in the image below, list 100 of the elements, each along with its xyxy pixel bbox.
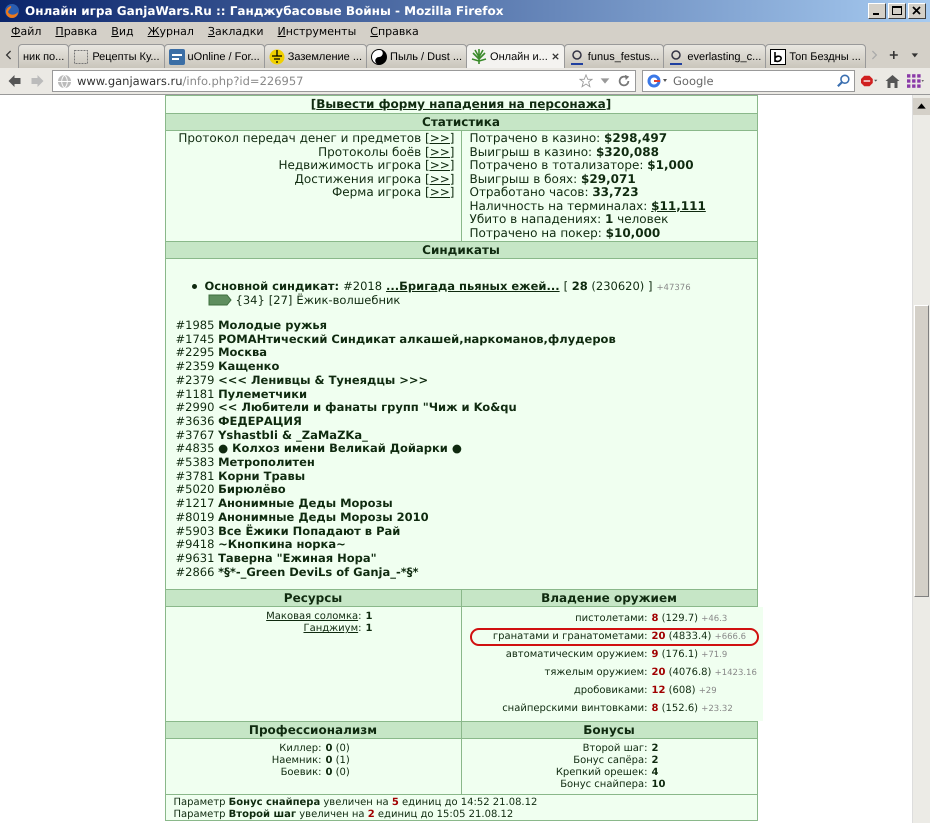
stat-value: $29,071 [581, 172, 636, 186]
syndicate-name[interactable]: ~Кнопкина норка~ [218, 537, 346, 552]
syndicate-name[interactable]: Анонимные Деды Морозы 2010 [218, 510, 429, 524]
weapon-label: тяжелым оружием: [544, 666, 648, 680]
reload-icon[interactable] [617, 74, 631, 88]
protocol-link[interactable]: [>>] [425, 131, 454, 145]
syndicate-name[interactable]: Москва [218, 345, 268, 360]
ad-block-icon[interactable] [861, 73, 878, 89]
syndicate-name[interactable]: Бирюлёво [218, 482, 286, 496]
scrollbar-thumb[interactable] [914, 305, 929, 597]
syndicate-number: #2379 [176, 372, 214, 387]
syndicate-number: #1217 [176, 496, 214, 510]
search-bar[interactable]: Google [642, 70, 855, 92]
syndicate-name[interactable]: Метрополитен [218, 455, 315, 470]
menu-item[interactable]: Журнал [140, 24, 201, 39]
weapon-label: автоматическим оружием: [504, 648, 648, 662]
browser-tab[interactable]: Рецепты Ку... [68, 44, 165, 68]
stat-unit: человек [617, 212, 668, 226]
browser-tab[interactable]: Заземление ... [264, 44, 368, 68]
section-header: Синдикаты [166, 241, 756, 258]
syndicate-name[interactable]: Кащенко [218, 359, 280, 374]
browser-tab[interactable]: everlasting_c... [663, 44, 766, 68]
profession-value: 0 [326, 767, 332, 778]
experience-delta: +46.3 [701, 614, 728, 624]
syndicate-name[interactable]: Молодые ружья [218, 318, 328, 332]
syndicate-name[interactable]: <<< Ленивцы & Тунеядцы >>> [218, 372, 428, 387]
syndicate-name[interactable]: Корни Травы [218, 468, 306, 483]
syndicate-name[interactable]: Анонимные Деды Морозы [218, 496, 393, 510]
scrollbar[interactable] [912, 95, 930, 823]
page-icon [73, 48, 90, 64]
weapon-experience: (176.1) [662, 649, 698, 660]
attack-form-link[interactable]: [Вывести форму нападения на персонажа] [310, 97, 612, 111]
browser-tab[interactable]: Пыль / Dust ... [366, 44, 468, 68]
syndicate-name[interactable]: *§*-_Green DeviLs of Ganja_-*§* [218, 564, 419, 579]
syndicate-name[interactable]: YshastbIi & _ZaMaZKa_ [218, 428, 368, 442]
protocol-link[interactable]: [>>] [425, 158, 454, 172]
syndicate-name[interactable]: Все Ёжики Попадают в Рай [218, 524, 400, 538]
maximize-icon[interactable] [888, 3, 906, 19]
browser-tab[interactable]: uOnline / For... [164, 44, 265, 68]
syndicate-number: #3636 [176, 414, 214, 428]
weapon-level: 8 [652, 703, 658, 714]
stat-value: 1 [604, 212, 614, 226]
minimize-icon[interactable] [868, 3, 886, 19]
ground-symbol-icon [268, 48, 285, 64]
profession-label: Боевик: [280, 767, 322, 780]
address-field[interactable]: www.ganjawars.ru/info.php?id=226957 [52, 70, 636, 92]
stat-value-link[interactable]: $11,111 [651, 198, 706, 212]
browser-tab[interactable]: ник по... [18, 44, 70, 68]
syndicate-link[interactable]: ...Бригада пьяных ежей... [386, 279, 560, 293]
syndicate-number: #8019 [176, 510, 214, 524]
stat-label: Отработано часов: [470, 185, 588, 199]
stat-label: Потрачено на покер: [470, 226, 602, 240]
bonus-value: 2 [652, 743, 660, 756]
menu-item[interactable]: Справка [363, 24, 426, 39]
star-icon[interactable] [579, 74, 593, 88]
protocol-link[interactable]: [>>] [425, 185, 454, 199]
section-header: Ресурсы [166, 590, 460, 606]
search-engine-icon[interactable] [646, 73, 668, 89]
main-syndicate-label: Основной синдикат: [204, 279, 340, 293]
menu-item[interactable]: Файл [4, 24, 48, 39]
search-icon[interactable] [837, 74, 851, 88]
syndicate-number: #2990 [176, 400, 214, 414]
syndicate-name[interactable]: ФЕДЕРАЦИЯ [218, 414, 302, 428]
scroll-up-icon[interactable] [913, 98, 930, 115]
close-tab-icon[interactable] [550, 52, 560, 61]
user-icon [568, 48, 585, 64]
protocol-link[interactable]: [>>] [425, 144, 454, 158]
separator: : [358, 611, 362, 622]
browser-tab[interactable]: funus_festus... [564, 44, 664, 68]
browser-tab[interactable]: Онлайн и... [466, 44, 565, 68]
experience-delta: +71.9 [701, 650, 728, 660]
menu-item[interactable]: Инструменты [270, 24, 364, 39]
close-icon[interactable] [908, 3, 926, 19]
syndicate-name[interactable]: ● Колхоз имени Великай Дойарки ● [218, 441, 462, 456]
stat-label: Потрачено в тотализаторе: [470, 158, 644, 172]
syndicate-name[interactable]: Таверна "Ежиная Нора" [218, 550, 377, 565]
syndicate-number: #1181 [176, 386, 214, 401]
weapon-experience: (129.7) [662, 613, 698, 624]
separator: : [358, 623, 362, 634]
new-tab-icon[interactable] [888, 49, 898, 61]
menu-item[interactable]: Закладки [200, 24, 271, 39]
menu-item[interactable]: Правка [48, 24, 104, 39]
syndicate-sign-icon [208, 294, 232, 306]
member-level: [27] [268, 293, 292, 307]
back-icon[interactable] [6, 73, 23, 89]
syndicate-name[interactable]: РОМАНтический Синдикат алкашей,наркоманов,флудеров [218, 332, 616, 346]
bonus-value: 4 [652, 767, 660, 780]
profession-extra: (0) [336, 767, 350, 778]
protocol-link[interactable]: [>>] [425, 172, 454, 186]
resource-link[interactable]: Маковая соломка [266, 611, 358, 622]
scroll-left-icon[interactable] [5, 49, 13, 61]
syndicate-name[interactable]: Пулеметчики [218, 386, 308, 401]
apps-icon[interactable] [907, 73, 924, 89]
stat-value: $320,088 [596, 144, 659, 158]
syndicate-name[interactable]: << Любители и фанаты групп "Чиж и Ko&qu [218, 400, 517, 414]
home-icon[interactable] [884, 73, 901, 89]
menu-item[interactable]: Вид [104, 24, 141, 39]
resource-link[interactable]: Ганджиум [303, 623, 358, 634]
member-title: Ёжик-волшебник [296, 293, 400, 307]
browser-tab[interactable]: Топ Бездны ... [765, 44, 866, 68]
